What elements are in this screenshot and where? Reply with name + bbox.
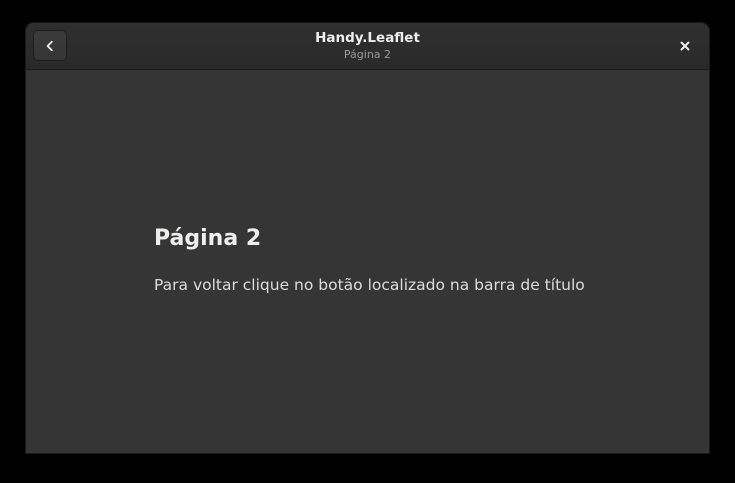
headerbar: Handy.Leaflet Página 2: [26, 23, 709, 70]
chevron-left-icon: [46, 40, 53, 51]
back-button[interactable]: [33, 30, 67, 61]
close-button[interactable]: [670, 31, 700, 61]
close-icon: [680, 41, 690, 51]
window-subtitle: Página 2: [343, 48, 392, 61]
page-heading: Página 2: [154, 226, 262, 251]
page-description: Para voltar clique no botão localizado n…: [154, 276, 585, 294]
page-content: Página 2 Para voltar clique no botão loc…: [26, 70, 709, 453]
title-group: Handy.Leaflet Página 2: [26, 23, 709, 69]
app-window: Handy.Leaflet Página 2 Página 2 Para vol…: [26, 23, 709, 453]
window-title: Handy.Leaflet: [315, 30, 420, 46]
